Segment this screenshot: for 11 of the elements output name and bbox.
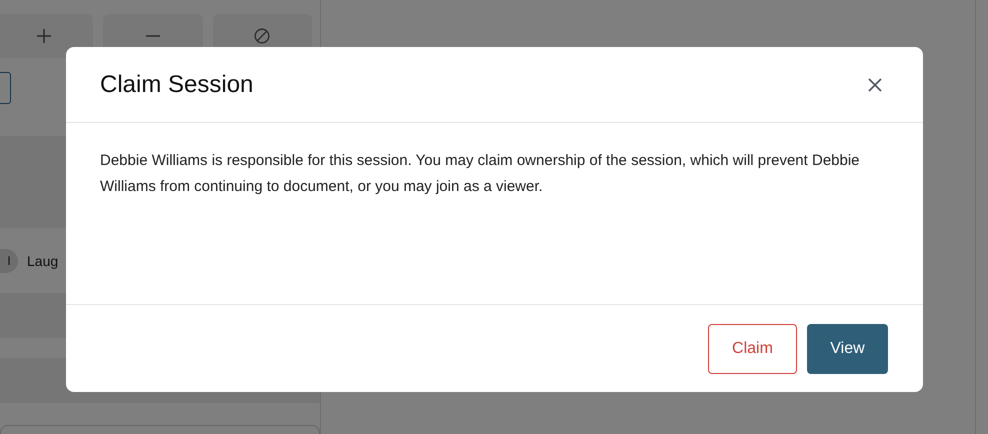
add-button[interactable] bbox=[0, 14, 94, 58]
dialog-title: Claim Session bbox=[100, 70, 254, 98]
dialog-message: Debbie Williams is responsible for this session. You may claim ownership of the session, which will prevent Debbie Williams from continuing to document, or you may join as a viewer. bbox=[100, 151, 861, 197]
minus-icon bbox=[144, 34, 161, 38]
input-field[interactable] bbox=[0, 425, 320, 434]
view-button[interactable]: View bbox=[807, 324, 888, 374]
avatar: I bbox=[0, 248, 18, 272]
prohibited-icon bbox=[254, 28, 270, 44]
plus-icon bbox=[36, 28, 52, 44]
claim-button[interactable]: Claim bbox=[708, 324, 797, 374]
participant-name: Laug bbox=[27, 252, 58, 268]
